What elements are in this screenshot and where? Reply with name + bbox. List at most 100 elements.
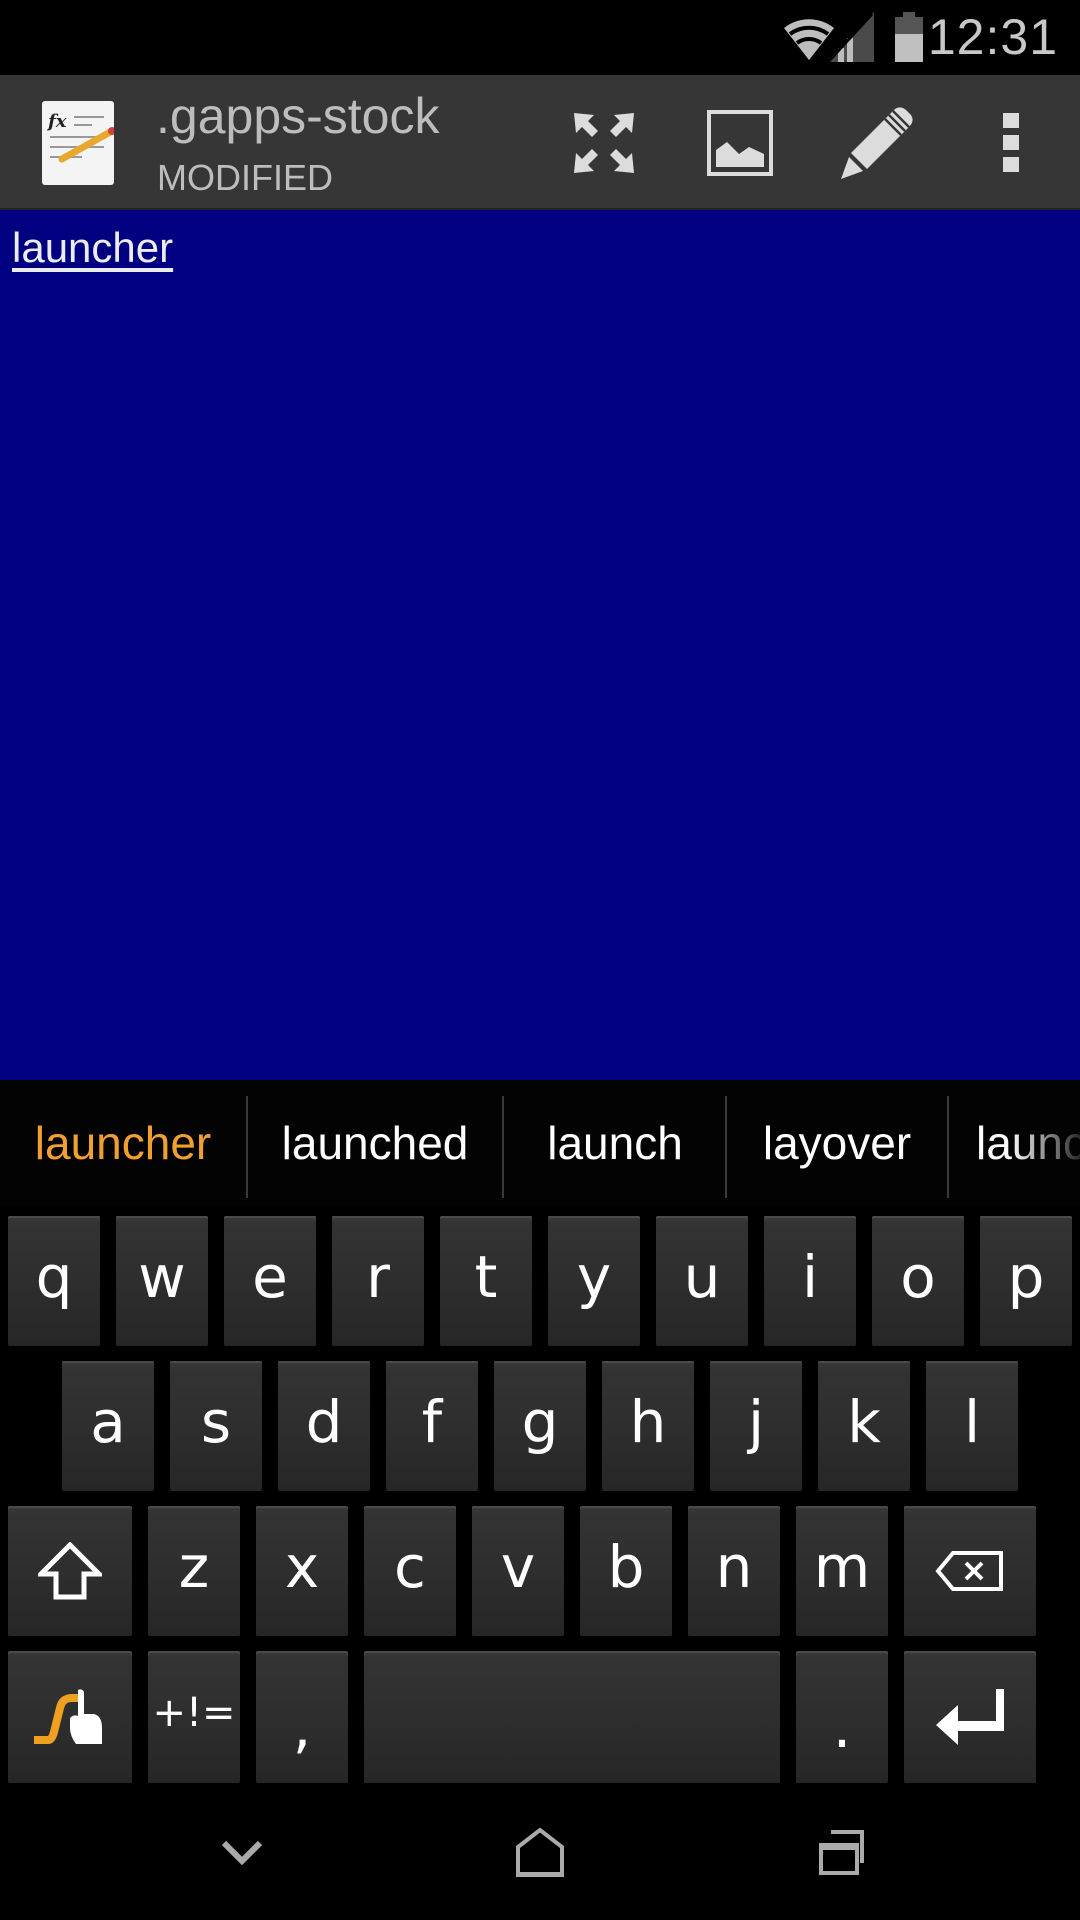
text-editor[interactable]: launcher <box>0 210 1080 1080</box>
key-c[interactable]: c <box>364 1506 456 1636</box>
key-label: r <box>366 1243 390 1311</box>
key-t[interactable]: t <box>440 1216 532 1346</box>
key-o[interactable]: o <box>872 1216 964 1346</box>
comma-key[interactable]: , <box>256 1651 348 1783</box>
key-g[interactable]: g <box>494 1361 586 1491</box>
key-l[interactable]: l <box>926 1361 1018 1491</box>
swype-key[interactable] <box>8 1651 132 1783</box>
key-label: y <box>576 1243 612 1311</box>
key-label: f <box>421 1388 443 1456</box>
overflow-menu-button[interactable] <box>956 75 1066 210</box>
key-w[interactable]: w <box>116 1216 208 1346</box>
key-i[interactable]: i <box>764 1216 856 1346</box>
document-title: .gapps-stock <box>156 88 440 144</box>
suggestion-item[interactable]: layover <box>727 1080 947 1205</box>
key-q[interactable]: q <box>8 1216 100 1346</box>
fullscreen-button[interactable] <box>549 75 659 210</box>
key-h[interactable]: h <box>602 1361 694 1491</box>
recent-apps-button[interactable] <box>742 1785 942 1920</box>
key-label: u <box>683 1243 721 1311</box>
image-icon <box>707 109 773 176</box>
key-label: i <box>801 1243 819 1311</box>
hide-keyboard-button[interactable] <box>142 1785 342 1920</box>
period-key[interactable]: . <box>796 1651 888 1783</box>
key-label: o <box>900 1243 936 1311</box>
expand-arrows-icon <box>574 112 634 173</box>
home-button[interactable] <box>440 1785 640 1920</box>
key-f[interactable]: f <box>386 1361 478 1491</box>
key-label: m <box>813 1533 871 1601</box>
enter-icon <box>936 1689 1004 1745</box>
key-n[interactable]: n <box>688 1506 780 1636</box>
key-label: +!= <box>152 1690 236 1736</box>
key-label: c <box>394 1533 426 1601</box>
status-time: 12:31 <box>927 9 1058 65</box>
key-label: , <box>292 1693 312 1761</box>
chevron-down-icon <box>222 1840 262 1865</box>
action-bar: fx .gapps-stock MODIFIED <box>0 75 1080 210</box>
key-y[interactable]: y <box>548 1216 640 1346</box>
key-u[interactable]: u <box>656 1216 748 1346</box>
swype-icon <box>34 1689 102 1744</box>
more-vertical-icon <box>1003 112 1019 172</box>
key-label: t <box>474 1243 498 1311</box>
key-label: x <box>284 1533 320 1601</box>
key-label: v <box>500 1533 536 1601</box>
backspace-key[interactable] <box>904 1506 1036 1636</box>
text-editor-app-icon[interactable]: fx <box>42 101 114 185</box>
suggestion-strip: launcher launched launch layover launche… <box>0 1080 1080 1205</box>
key-b[interactable]: b <box>580 1506 672 1636</box>
key-label: a <box>90 1388 126 1456</box>
key-label: q <box>35 1243 73 1311</box>
home-icon <box>516 1826 564 1877</box>
suggestion-fade <box>1010 1080 1080 1205</box>
key-label: w <box>138 1243 186 1311</box>
insert-image-button[interactable] <box>685 75 795 210</box>
recent-apps-icon <box>819 1829 864 1875</box>
suggestion-item[interactable]: launch <box>504 1080 726 1205</box>
suggestion-divider <box>947 1096 949 1198</box>
key-label: h <box>629 1388 667 1456</box>
symbols-key[interactable]: +!= <box>148 1651 240 1783</box>
keyboard: q w e r t y u i o p a s d f g h j k l z … <box>0 1205 1080 1785</box>
key-v[interactable]: v <box>472 1506 564 1636</box>
key-j[interactable]: j <box>710 1361 802 1491</box>
backspace-icon <box>935 1551 1003 1591</box>
document-status: MODIFIED <box>157 157 333 198</box>
svg-text:fx: fx <box>46 111 67 132</box>
key-a[interactable]: a <box>62 1361 154 1491</box>
key-label: z <box>178 1533 210 1601</box>
battery-icon <box>895 12 923 62</box>
key-d[interactable]: d <box>278 1361 370 1491</box>
key-label: g <box>521 1388 559 1456</box>
navigation-bar <box>0 1785 1080 1920</box>
suggestion-item[interactable]: launched <box>248 1080 502 1205</box>
key-e[interactable]: e <box>224 1216 316 1346</box>
space-key[interactable] <box>364 1651 780 1783</box>
key-label: b <box>607 1533 645 1601</box>
editor-content[interactable]: launcher <box>12 224 173 272</box>
edit-button[interactable] <box>822 75 932 210</box>
key-x[interactable]: x <box>256 1506 348 1636</box>
shift-key[interactable] <box>8 1506 132 1636</box>
key-p[interactable]: p <box>980 1216 1072 1346</box>
key-label: d <box>305 1388 343 1456</box>
key-label: . <box>832 1693 852 1761</box>
enter-key[interactable] <box>904 1651 1036 1783</box>
key-r[interactable]: r <box>332 1216 424 1346</box>
suggestion-item[interactable]: launcher <box>0 1080 246 1205</box>
key-label: n <box>715 1533 753 1601</box>
key-k[interactable]: k <box>818 1361 910 1491</box>
shift-arrow-icon <box>38 1542 102 1600</box>
key-m[interactable]: m <box>796 1506 888 1636</box>
key-label: l <box>963 1388 981 1456</box>
key-label: p <box>1007 1243 1045 1311</box>
key-label: j <box>747 1388 765 1456</box>
key-label: k <box>847 1388 881 1456</box>
key-z[interactable]: z <box>148 1506 240 1636</box>
key-label: e <box>252 1243 288 1311</box>
status-bar: 12:31 <box>0 0 1080 75</box>
key-s[interactable]: s <box>170 1361 262 1491</box>
cell-signal-icon <box>828 12 874 62</box>
key-label: s <box>200 1388 232 1456</box>
